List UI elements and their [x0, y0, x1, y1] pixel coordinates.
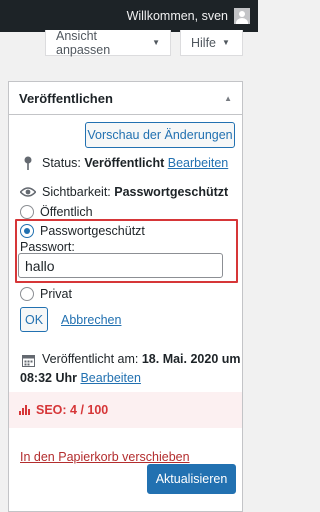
- published-line-2: 08:32 Uhr Bearbeiten: [20, 371, 141, 385]
- published-date: 18. Mai. 2020 um: [141, 352, 241, 366]
- radio-password[interactable]: Passwortgeschützt: [20, 224, 145, 238]
- triangle-down-icon: ▼: [152, 38, 160, 47]
- published-time: 08:32 Uhr: [20, 371, 77, 385]
- published-edit-link[interactable]: Bearbeiten: [80, 371, 140, 385]
- visibility-value: Passwortgeschützt: [114, 185, 229, 199]
- radio-password-label[interactable]: Passwortgeschützt: [40, 224, 145, 238]
- eye-icon: [20, 187, 36, 197]
- update-button[interactable]: Aktualisieren: [147, 464, 236, 494]
- password-label: Passwort:: [20, 240, 75, 254]
- help-label: Hilfe: [191, 35, 217, 50]
- radio-public[interactable]: Öffentlich: [20, 205, 93, 219]
- calendar-icon: [20, 354, 36, 367]
- cancel-link[interactable]: Abbrechen: [61, 313, 121, 327]
- radio-private-input[interactable]: [20, 287, 34, 301]
- status-value: Veröffentlicht: [84, 156, 165, 170]
- admin-bar: Willkommen, sven: [0, 0, 258, 32]
- publish-box: Veröffentlichen ▲ Vorschau der Änderunge…: [8, 81, 243, 512]
- password-field-row: Passwort:: [20, 240, 75, 254]
- greeting-text[interactable]: Willkommen, sven: [127, 9, 228, 23]
- ok-button[interactable]: OK: [20, 307, 48, 332]
- visibility-label: Sichtbarkeit:: [42, 185, 111, 199]
- visibility-row: Sichtbarkeit: Passwortgeschützt: [20, 185, 228, 199]
- triangle-down-icon: ▼: [222, 38, 230, 47]
- password-input[interactable]: [18, 253, 223, 278]
- radio-private[interactable]: Privat: [20, 287, 72, 301]
- collapse-toggle-icon[interactable]: ▲: [224, 94, 232, 103]
- preview-button[interactable]: Vorschau der Änderungen: [85, 122, 235, 148]
- seo-chart-icon: [19, 405, 30, 415]
- status-edit-link[interactable]: Bearbeiten: [168, 156, 228, 170]
- help-button[interactable]: Hilfe ▼: [180, 30, 243, 56]
- screen-options-button[interactable]: Ansicht anpassen ▼: [45, 28, 171, 57]
- trash-link[interactable]: In den Papierkorb verschieben: [20, 450, 190, 464]
- radio-password-input[interactable]: [20, 224, 34, 238]
- avatar[interactable]: [234, 8, 250, 24]
- radio-public-label[interactable]: Öffentlich: [40, 205, 93, 219]
- radio-private-label[interactable]: Privat: [40, 287, 72, 301]
- published-label: Veröffentlicht am:: [42, 352, 139, 366]
- publish-box-header[interactable]: Veröffentlichen ▲: [9, 82, 242, 115]
- pin-icon: [20, 156, 36, 170]
- seo-score-bar: SEO: 4 / 100: [9, 392, 242, 428]
- radio-public-input[interactable]: [20, 205, 34, 219]
- status-label: Status:: [42, 156, 81, 170]
- seo-score-label: SEO: 4 / 100: [36, 403, 109, 417]
- status-row: Status: Veröffentlicht Bearbeiten: [20, 156, 228, 170]
- publish-box-title: Veröffentlichen: [19, 90, 113, 106]
- screen-options-label: Ansicht anpassen: [56, 28, 111, 57]
- published-line-1: Veröffentlicht am: 18. Mai. 2020 um: [42, 352, 241, 366]
